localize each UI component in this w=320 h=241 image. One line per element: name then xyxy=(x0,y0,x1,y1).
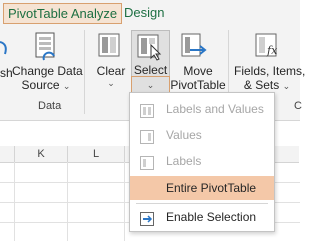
column-header[interactable] xyxy=(0,146,15,163)
fields-items-sets-label-2: & Sets ⌄ xyxy=(234,78,300,92)
change-data-source-icon xyxy=(33,32,59,62)
values-icon xyxy=(140,128,154,144)
tab-design[interactable]: Design xyxy=(122,3,166,22)
menu-item-label: Values xyxy=(166,128,202,142)
menu-item-entire-pivottable[interactable]: Entire PivotTable xyxy=(130,176,274,200)
chevron-down-icon: ⌄ xyxy=(282,81,291,91)
clear-icon xyxy=(97,32,123,60)
labels-icon xyxy=(140,154,154,170)
enable-selection-icon xyxy=(140,210,154,226)
refresh-icon xyxy=(0,36,8,60)
select-label: Select xyxy=(133,63,168,77)
chevron-down-icon: ⌄ xyxy=(62,81,71,91)
change-data-source-label-2: Source ⌄ xyxy=(12,78,80,92)
menu-item-label: Enable Selection xyxy=(166,210,257,224)
chevron-down-icon: ⌄ xyxy=(146,80,155,90)
group-label-data: Data xyxy=(38,100,62,112)
menu-item-labels[interactable]: Labels xyxy=(130,149,274,173)
fields-items-sets-button[interactable]: Fields, Items, & Sets ⌄ xyxy=(234,64,306,92)
fields-items-sets-label-1: Fields, Items, xyxy=(234,64,306,78)
column-header-l[interactable]: L xyxy=(68,146,125,163)
tab-pivottable-analyze[interactable]: PivotTable Analyze xyxy=(3,3,123,24)
fields-items-sets-label-2-text: & Sets xyxy=(243,78,280,92)
fields-items-sets-icon: fx xyxy=(254,32,282,60)
move-pivottable-icon xyxy=(180,32,208,60)
move-pivottable-button[interactable]: Move PivotTable xyxy=(168,64,228,92)
change-data-source-label-2-text: Source xyxy=(21,78,60,92)
menu-item-values[interactable]: Values xyxy=(130,123,274,147)
column-header-k[interactable]: K xyxy=(15,146,68,163)
clear-label: Clear xyxy=(96,64,126,78)
menu-item-label: Labels xyxy=(166,154,202,168)
chevron-down-icon: ⌄ xyxy=(107,78,115,88)
clear-button[interactable]: Clear ⌄ xyxy=(94,64,128,89)
refresh-label[interactable]: sh xyxy=(0,66,13,80)
select-dropdown-menu: Labels and Values Values Labels Entire P… xyxy=(129,92,275,232)
svg-text:fx: fx xyxy=(266,44,278,57)
group-label-calculations: C xyxy=(294,100,302,112)
labels-and-values-icon xyxy=(140,102,154,118)
menu-item-label: Entire PivotTable xyxy=(166,181,257,195)
menu-separator xyxy=(136,203,268,204)
move-pivottable-label-2: PivotTable xyxy=(170,78,226,92)
menu-item-label: Labels and Values xyxy=(166,102,264,116)
change-data-source-button[interactable]: Change Data Source ⌄ xyxy=(12,64,83,92)
move-pivottable-label-1: Move xyxy=(183,64,213,78)
change-data-source-label-1: Change Data xyxy=(12,64,83,78)
group-separator xyxy=(84,30,85,114)
menu-item-labels-and-values[interactable]: Labels and Values xyxy=(130,97,274,121)
menu-item-enable-selection[interactable]: Enable Selection xyxy=(130,205,274,229)
select-icon xyxy=(136,33,162,61)
